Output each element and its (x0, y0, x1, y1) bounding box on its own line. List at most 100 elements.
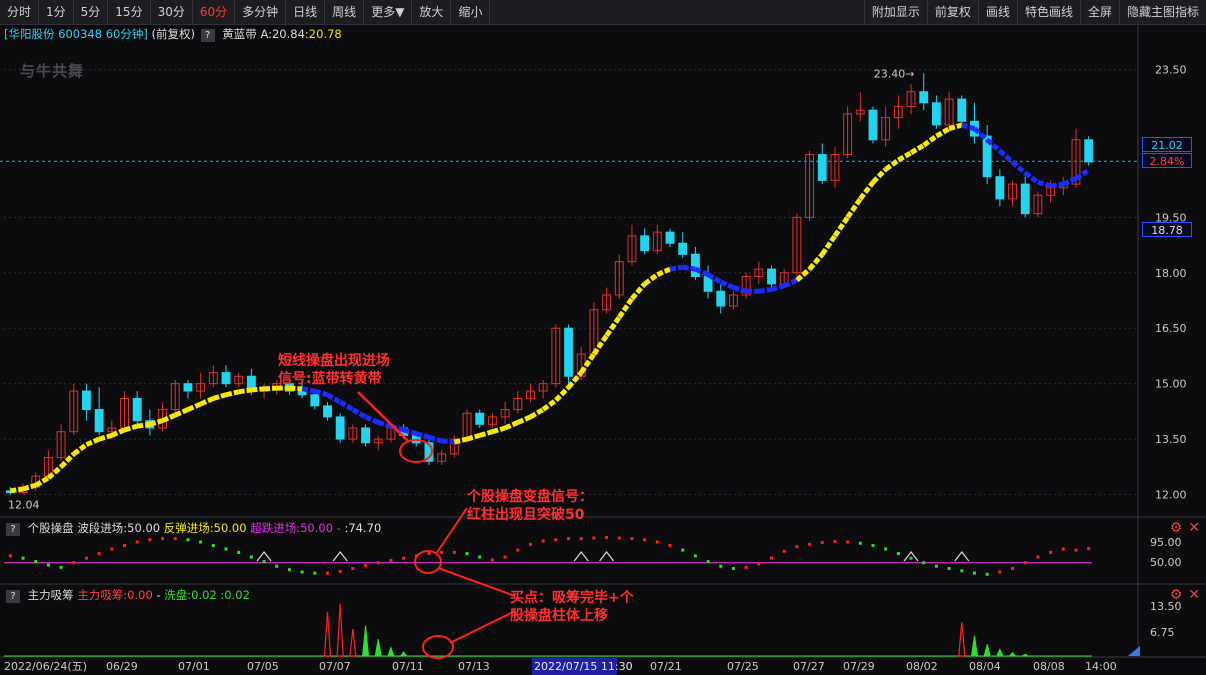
period-tab[interactable]: 60分 (193, 0, 236, 24)
panel1-point (465, 552, 469, 556)
annotation-line: 股操盘柱体上移 (510, 608, 608, 624)
help-button[interactable]: ? (200, 29, 215, 42)
panel1-dash: - (336, 521, 341, 535)
candle-body (817, 154, 827, 181)
panel1-point (287, 568, 291, 572)
candle-body (995, 176, 1005, 200)
panel1-point (770, 556, 774, 560)
main-chart-header: [华阳股份 600348 60分钟] (前复权) ? 黄蓝带 A:20.84:2… (4, 26, 342, 42)
toolbar-button[interactable]: 特色画线 (1016, 0, 1080, 24)
period-tab[interactable]: 1分 (39, 0, 74, 24)
annotation-entry-signal: 短线操盘出现进场 信号:蓝带转黄带 (278, 352, 390, 388)
toolbar-button[interactable]: 前复权 (926, 0, 978, 24)
period-tab[interactable]: 15分 (108, 0, 151, 24)
period-tab[interactable]: 放大 (412, 0, 452, 24)
time-axis-label: 2022/06/24(五) (4, 660, 87, 673)
panel1-point (808, 542, 812, 546)
panel1-point (21, 556, 25, 560)
annotation-line: 信号:蓝带转黄带 (278, 371, 382, 387)
panel1-point (186, 538, 190, 542)
band-segment (922, 134, 938, 148)
panel1-point (376, 561, 380, 565)
time-cursor-label: 2022/07/15 11:30 (534, 660, 633, 673)
band-segment (604, 315, 622, 338)
gear-icon[interactable]: ⚙ (1170, 520, 1183, 536)
period-tab[interactable]: 多分钟 (235, 0, 287, 24)
annotation-line: 红柱出现且突破50 (467, 507, 585, 523)
panel1-point (668, 544, 672, 547)
panel1-point (46, 563, 50, 567)
price-tick-label: 13.50 (1155, 433, 1187, 446)
period-tab[interactable]: 日线 (286, 0, 326, 24)
signal-triangle (573, 551, 589, 562)
annotation-turn-signal: 个股操盘变盘信号： 红柱出现且突破50 (467, 488, 593, 524)
band-segment (46, 464, 63, 480)
panel1-point (97, 552, 101, 556)
candle-body (767, 268, 776, 285)
candle-body (335, 416, 345, 440)
panel2-name[interactable]: 主力吸筹 (28, 588, 74, 602)
band-segment (591, 334, 609, 356)
panel1-point (503, 555, 507, 559)
low-price-label: 12.04 (8, 499, 40, 512)
absorb-spike (336, 603, 344, 657)
time-axis-label: 07/27 (793, 660, 825, 673)
panel2-help-button[interactable]: ? (6, 590, 20, 603)
panel1-point (871, 544, 875, 547)
panel1-point (909, 556, 913, 560)
time-axis-label: 07/25 (727, 660, 759, 673)
panel1-point (110, 547, 114, 551)
period-tab[interactable]: 缩小 (451, 0, 491, 24)
toolbar-button[interactable]: 全屏 (1079, 0, 1119, 24)
price-tick-label: 16.50 (1155, 322, 1187, 335)
panel1-point (541, 539, 545, 543)
band-segment (858, 180, 875, 201)
panel1-point (782, 549, 786, 553)
toolbar-button[interactable]: 隐藏主图指标 (1118, 0, 1206, 24)
band-segment (832, 215, 850, 238)
period-tab[interactable]: 30分 (151, 0, 193, 24)
panel1-point (237, 550, 241, 554)
band-segment (948, 122, 963, 132)
price-tick-label: 15.00 (1155, 378, 1187, 391)
chart-canvas[interactable]: 23.5019.5018.0016.5015.0013.5012.0023.40… (0, 0, 1206, 675)
candle-body (678, 242, 688, 255)
band-segment (98, 432, 113, 442)
panel1-point (300, 570, 304, 574)
close-icon[interactable]: ✕ (1188, 587, 1200, 603)
period-tab[interactable]: 更多▼ (364, 0, 413, 24)
band-segment (579, 352, 596, 374)
panel1-name[interactable]: 个股操盘 (28, 521, 74, 535)
band-segment (1074, 167, 1091, 181)
band-segment (998, 148, 1015, 164)
band-segment (554, 385, 571, 403)
toolbar-button[interactable]: 画线 (977, 0, 1017, 24)
panel1-point (947, 567, 951, 570)
candle-body (931, 102, 941, 126)
band-segment (402, 427, 417, 436)
indicator-name[interactable]: 黄蓝带 (222, 27, 257, 41)
candle-body (361, 427, 370, 444)
panel1-point (338, 569, 342, 573)
period-tab[interactable]: 5分 (74, 0, 109, 24)
band-segment (541, 398, 558, 412)
panel1-point (579, 537, 583, 541)
band-segment (186, 401, 202, 412)
close-icon[interactable]: ✕ (1188, 520, 1200, 536)
panel1-point (833, 539, 837, 543)
wash-spike (387, 646, 395, 657)
band-segment (1050, 181, 1064, 189)
period-tab[interactable]: 分时 (0, 0, 40, 24)
band-segment (441, 438, 455, 445)
period-tab[interactable]: 周线 (325, 0, 365, 24)
band-segment (212, 392, 227, 401)
band-segment (136, 421, 151, 429)
gear-icon[interactable]: ⚙ (1170, 587, 1183, 603)
time-axis-label: 08/08 (1033, 660, 1065, 673)
band-segment (338, 399, 355, 412)
high-price-label: 23.40→ (874, 67, 915, 80)
toolbar-button[interactable]: 附加显示 (863, 0, 927, 24)
band-segment (491, 425, 506, 435)
panel1-help-button[interactable]: ? (6, 523, 20, 536)
band-segment (466, 432, 481, 442)
